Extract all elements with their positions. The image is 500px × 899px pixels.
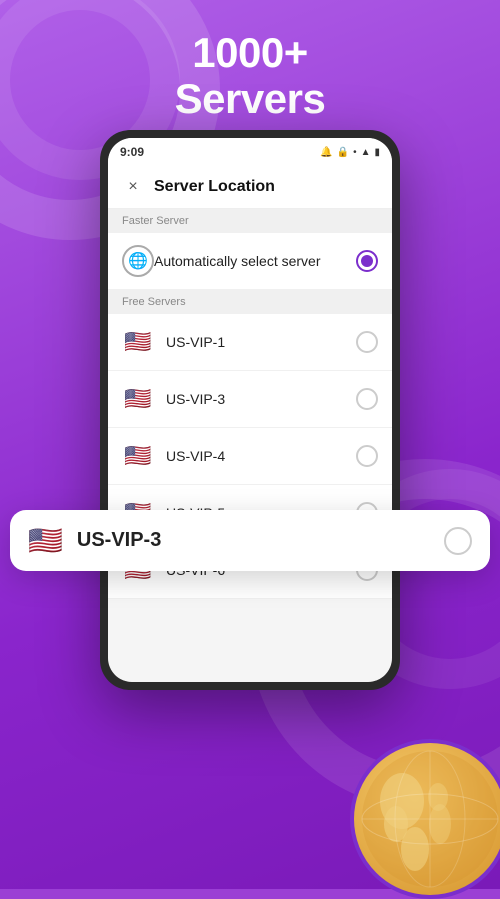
server-name-us-vip-4: US-VIP-4 bbox=[166, 448, 356, 464]
auto-select-icon: 🌐 bbox=[122, 245, 154, 277]
radio-unselected-us-vip-4 bbox=[356, 445, 378, 467]
hero-line2: Servers bbox=[0, 76, 500, 122]
notification-icon: 🔔 bbox=[320, 147, 332, 158]
radio-filled-dot bbox=[361, 255, 373, 267]
hero-line1: 1000+ bbox=[0, 30, 500, 76]
faster-server-label: Faster Server bbox=[108, 209, 392, 233]
floating-server-name: US-VIP-3 bbox=[77, 529, 444, 552]
wifi-icon: ▲ bbox=[361, 147, 371, 158]
floating-radio-unselected bbox=[444, 527, 472, 555]
status-bar: 9:09 🔔 🔒 • ▲ ▮ bbox=[108, 138, 392, 166]
header-title: Server Location bbox=[154, 178, 275, 196]
status-time: 9:09 bbox=[120, 145, 144, 159]
globe-decoration bbox=[350, 739, 500, 899]
dot-icon: • bbox=[353, 147, 357, 158]
globe-svg bbox=[360, 749, 500, 889]
floating-flag-icon: 🇺🇸 bbox=[28, 524, 63, 557]
server-item-us-vip-3[interactable]: 🇺🇸 US-VIP-3 bbox=[108, 371, 392, 428]
flag-icon-us-vip-4: 🇺🇸 bbox=[122, 440, 154, 472]
server-name-us-vip-3: US-VIP-3 bbox=[166, 391, 356, 407]
server-item-auto[interactable]: 🌐 Automatically select server bbox=[108, 233, 392, 290]
close-icon: × bbox=[128, 178, 137, 196]
server-name-us-vip-1: US-VIP-1 bbox=[166, 334, 356, 350]
app-header: × Server Location bbox=[108, 166, 392, 209]
auto-select-label: Automatically select server bbox=[154, 253, 356, 269]
radio-unselected-us-vip-3 bbox=[356, 388, 378, 410]
battery-icon: ▮ bbox=[374, 147, 380, 158]
server-item-us-vip-4[interactable]: 🇺🇸 US-VIP-4 bbox=[108, 428, 392, 485]
lock-icon: 🔒 bbox=[337, 147, 349, 158]
phone-mockup: 9:09 🔔 🔒 • ▲ ▮ × Server Location Faster … bbox=[100, 130, 400, 690]
radio-selected bbox=[356, 250, 378, 272]
flag-icon-us-vip-3: 🇺🇸 bbox=[122, 383, 154, 415]
status-icons: 🔔 🔒 • ▲ ▮ bbox=[320, 147, 380, 158]
close-button[interactable]: × bbox=[122, 176, 144, 198]
server-item-us-vip-1[interactable]: 🇺🇸 US-VIP-1 bbox=[108, 314, 392, 371]
free-servers-label: Free Servers bbox=[108, 290, 392, 314]
hero-text: 1000+ Servers bbox=[0, 30, 500, 122]
floating-server-row[interactable]: 🇺🇸 US-VIP-3 bbox=[10, 510, 490, 571]
flag-icon-us-vip-1: 🇺🇸 bbox=[122, 326, 154, 358]
faster-server-list: 🌐 Automatically select server bbox=[108, 233, 392, 290]
phone-screen: 9:09 🔔 🔒 • ▲ ▮ × Server Location Faster … bbox=[108, 138, 392, 682]
radio-unselected-us-vip-1 bbox=[356, 331, 378, 353]
